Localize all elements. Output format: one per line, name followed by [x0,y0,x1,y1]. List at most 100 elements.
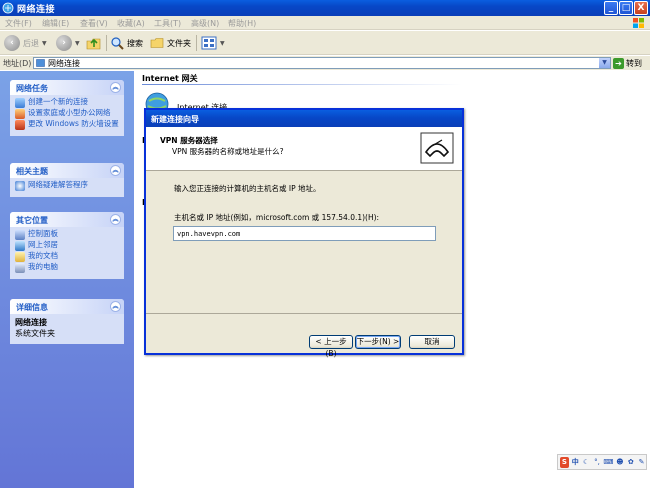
forward-arrow-icon: › [56,35,72,51]
dialog-body: 输入您正连接的计算机的主机名或 IP 地址。 主机名或 IP 地址(例如，mic… [146,171,462,326]
toolbar: ‹ 后退 ▼ › ▼ 搜索 文件夹 ▼ [0,31,650,55]
menu-bar: 文件(F) 编辑(E) 查看(V) 收藏(A) 工具(T) 高级(N) 帮助(H… [0,16,650,30]
cancel-button[interactable]: 取消 [409,335,455,349]
new-connection-wizard-dialog: 新建连接向导 VPN 服务器选择 VPN 服务器的名称或地址是什么? 输入您正连… [144,108,464,358]
menu-tools[interactable]: 工具(T) [154,18,181,29]
maximize-button[interactable]: □ [619,1,633,15]
folders-button[interactable]: 文件夹 [150,34,191,52]
go-arrow-icon: ➔ [613,57,624,69]
collapse-chevron-icon[interactable]: ︽ [110,214,121,225]
network-neighborhood-icon [15,241,25,251]
task-label: 更改 Windows 防火墙设置 [28,119,119,128]
up-folder-icon [86,38,101,50]
panel-header[interactable]: 详细信息 ︽ [10,299,124,314]
back-step-button[interactable]: < 上一步(B) [309,335,353,358]
network-connections-icon [2,2,14,14]
skin-icon[interactable]: ✿ [626,457,635,468]
forward-button[interactable]: › ▼ [56,34,80,52]
forward-dropdown-icon[interactable]: ▼ [75,40,80,47]
toolbar-separator [196,35,197,51]
address-bar: 地址(D) 网络连接 ▼ ➔ 转到 [0,56,650,70]
menu-view[interactable]: 查看(V) [80,18,108,29]
network-tasks-panel: 网络任务 ︽ 创建一个新的连接 设置家庭或小型办公网络 更改 Windows 防… [10,80,124,136]
settings-wrench-icon[interactable]: ✎ [637,457,646,468]
keyboard-icon[interactable]: ⌨ [603,457,613,468]
task-troubleshooter[interactable]: 网络疑难解答程序 [15,181,119,191]
place-label: 我的电脑 [28,262,58,271]
task-label: 网络疑难解答程序 [28,180,88,189]
details-panel: 详细信息 ︽ 网络连接 系统文件夹 [10,299,124,344]
task-firewall[interactable]: 更改 Windows 防火墙设置 [15,120,119,130]
panel-title: 网络任务 [16,84,48,93]
other-places-panel: 其它位置 ︽ 控制面板 网上邻居 我的文档 我的电脑 [10,212,124,279]
address-dropdown-icon[interactable]: ▼ [599,58,610,68]
place-network-neighborhood[interactable]: 网上邻居 [15,241,119,251]
task-create-connection[interactable]: 创建一个新的连接 [15,98,119,108]
go-label: 转到 [626,58,642,68]
close-button[interactable]: X [634,1,648,15]
ime-mode-label[interactable]: 中 [571,457,580,468]
windows-logo-icon [633,18,644,28]
menu-favorites[interactable]: 收藏(A) [117,18,145,29]
panel-header[interactable]: 其它位置 ︽ [10,212,124,227]
firewall-icon [15,120,25,130]
vpn-phone-icon [420,132,454,164]
back-button[interactable]: ‹ 后退 ▼ [4,34,47,52]
ime-toolbar: S 中 ☾ °, ⌨ ☻ ✿ ✎ [557,454,647,470]
panel-header[interactable]: 相关主题 ︽ [10,163,124,178]
folders-label: 文件夹 [167,38,191,48]
task-home-network[interactable]: 设置家庭或小型办公网络 [15,109,119,119]
dialog-title: 新建连接向导 [151,115,199,124]
instruction-text: 输入您正连接的计算机的主机名或 IP 地址。 [174,184,321,193]
address-input[interactable]: 网络连接 ▼ [33,57,611,69]
search-label: 搜索 [127,38,143,48]
panel-header[interactable]: 网络任务 ︽ [10,80,124,95]
control-panel-icon [15,230,25,240]
my-documents-icon [15,252,25,262]
punctuation-icon[interactable]: °, [593,457,602,468]
views-icon [201,36,217,50]
menu-file[interactable]: 文件(F) [5,18,32,29]
minimize-button[interactable]: _ [604,1,618,15]
window-titlebar: 网络连接 _ □ X [0,0,650,16]
dialog-separator [146,313,462,314]
menu-help[interactable]: 帮助(H) [228,18,256,29]
place-my-computer[interactable]: 我的电脑 [15,263,119,273]
menu-advanced[interactable]: 高级(N) [191,18,219,29]
new-connection-icon [15,98,25,108]
panel-title: 相关主题 [16,167,48,176]
dialog-header: VPN 服务器选择 VPN 服务器的名称或地址是什么? [146,127,462,171]
back-dropdown-icon[interactable]: ▼ [42,40,47,47]
place-my-documents[interactable]: 我的文档 [15,252,119,262]
home-network-icon [15,109,25,119]
views-button[interactable]: ▼ [201,34,225,52]
task-label: 设置家庭或小型办公网络 [28,108,111,117]
moon-icon[interactable]: ☾ [582,457,591,468]
related-topics-panel: 相关主题 ︽ 网络疑难解答程序 [10,163,124,197]
collapse-chevron-icon[interactable]: ︽ [110,165,121,176]
group-header-internet-gateway: Internet 网关 [142,74,198,83]
go-button[interactable]: ➔ 转到 [613,57,642,69]
task-pane: 网络任务 ︽ 创建一个新的连接 设置家庭或小型办公网络 更改 Windows 防… [0,71,134,488]
host-field-label: 主机名或 IP 地址(例如，microsoft.com 或 157.54.0.1… [174,213,380,222]
search-icon [111,37,124,50]
next-step-button[interactable]: 下一步(N) > [355,335,401,349]
views-dropdown-icon[interactable]: ▼ [220,40,225,47]
collapse-chevron-icon[interactable]: ︽ [110,301,121,312]
address-label: 地址(D) [3,59,32,68]
task-label: 创建一个新的连接 [28,97,88,106]
folder-icon [150,38,164,48]
menu-edit[interactable]: 编辑(E) [42,18,69,29]
panel-title: 其它位置 [16,216,48,225]
host-input[interactable]: vpn.havevpn.com [173,226,436,241]
search-button[interactable]: 搜索 [110,34,143,52]
window-title: 网络连接 [17,5,56,15]
group-divider [142,84,462,85]
collapse-chevron-icon[interactable]: ︽ [110,82,121,93]
place-control-panel[interactable]: 控制面板 [15,230,119,240]
sogou-s-icon[interactable]: S [560,456,569,468]
back-label: 后退 [23,38,39,48]
user-icon[interactable]: ☻ [615,457,624,468]
up-folder-button[interactable] [86,34,102,52]
dialog-header-title: VPN 服务器选择 [160,136,218,145]
